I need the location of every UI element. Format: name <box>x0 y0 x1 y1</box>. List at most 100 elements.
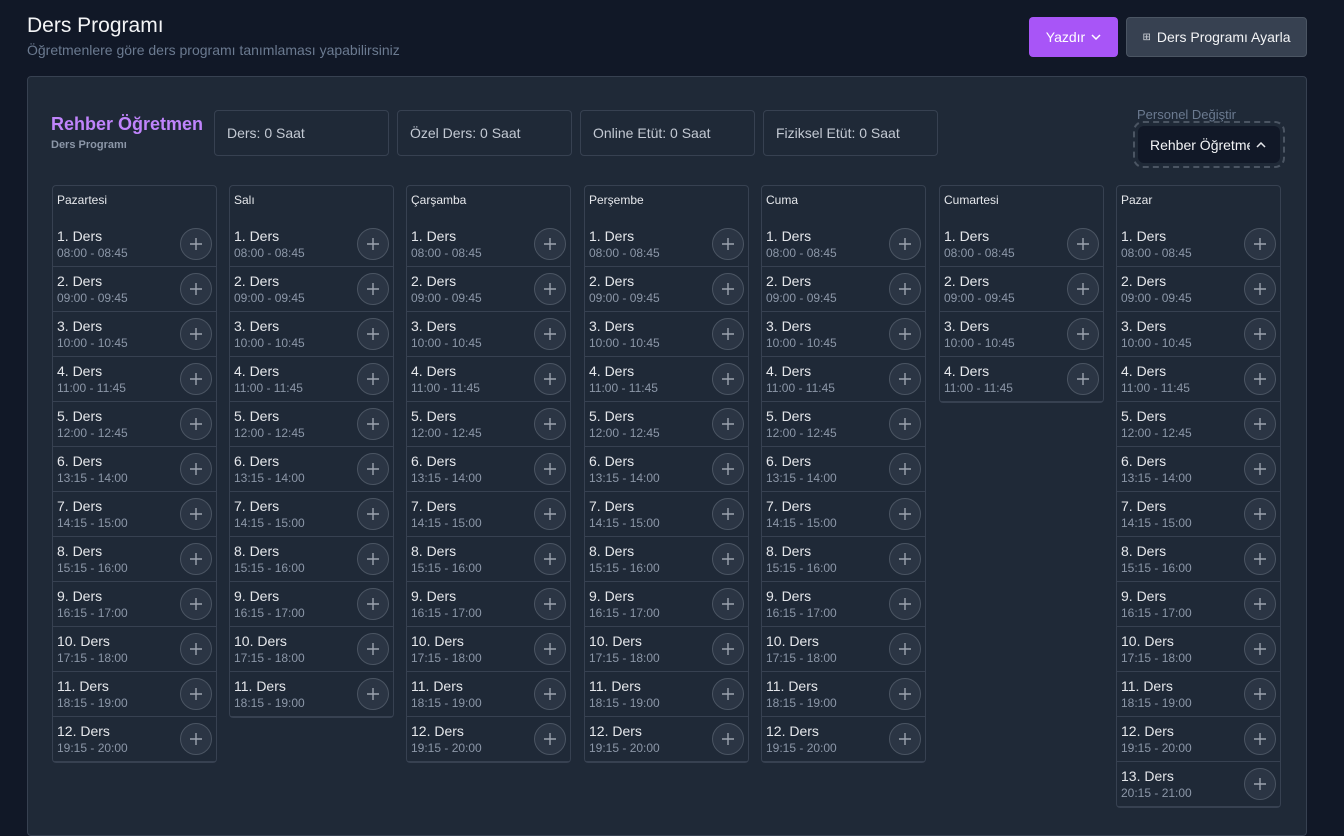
add-lesson-button[interactable] <box>889 588 921 620</box>
add-lesson-button[interactable] <box>180 363 212 395</box>
lesson-time: 11:00 - 11:45 <box>944 381 1013 395</box>
add-lesson-button[interactable] <box>180 498 212 530</box>
add-lesson-button[interactable] <box>534 318 566 350</box>
add-lesson-button[interactable] <box>889 363 921 395</box>
add-lesson-button[interactable] <box>1244 633 1276 665</box>
add-lesson-button[interactable] <box>180 228 212 260</box>
add-lesson-button[interactable] <box>534 363 566 395</box>
add-lesson-button[interactable] <box>1244 228 1276 260</box>
add-lesson-button[interactable] <box>357 363 389 395</box>
add-lesson-button[interactable] <box>1067 273 1099 305</box>
add-lesson-button[interactable] <box>712 633 744 665</box>
plus-icon <box>544 283 556 295</box>
add-lesson-button[interactable] <box>712 363 744 395</box>
lesson-title: 4. Ders <box>944 363 990 379</box>
add-lesson-button[interactable] <box>534 723 566 755</box>
add-lesson-button[interactable] <box>712 723 744 755</box>
lesson-slot: 3. Ders 10:00 - 10:45 <box>53 312 216 357</box>
add-lesson-button[interactable] <box>180 408 212 440</box>
add-lesson-button[interactable] <box>1067 318 1099 350</box>
add-lesson-button[interactable] <box>534 543 566 575</box>
add-lesson-button[interactable] <box>712 588 744 620</box>
lesson-slot: 9. Ders 16:15 - 17:00 <box>762 582 925 627</box>
add-lesson-button[interactable] <box>712 228 744 260</box>
add-lesson-button[interactable] <box>180 453 212 485</box>
add-lesson-button[interactable] <box>180 318 212 350</box>
add-lesson-button[interactable] <box>357 633 389 665</box>
add-lesson-button[interactable] <box>889 318 921 350</box>
day-column: Çarşamba 1. Ders 08:00 - 08:45 2. Ders 09:00… <box>406 185 571 763</box>
lesson-time: 11:00 - 11:45 <box>411 381 480 395</box>
add-lesson-button[interactable] <box>180 678 212 710</box>
add-lesson-button[interactable] <box>180 633 212 665</box>
add-lesson-button[interactable] <box>534 453 566 485</box>
add-lesson-button[interactable] <box>712 498 744 530</box>
add-lesson-button[interactable] <box>1067 363 1099 395</box>
print-button[interactable]: Yazdır <box>1029 17 1118 57</box>
add-lesson-button[interactable] <box>712 408 744 440</box>
add-lesson-button[interactable] <box>712 453 744 485</box>
add-lesson-button[interactable] <box>889 678 921 710</box>
add-lesson-button[interactable] <box>1244 588 1276 620</box>
plus-icon <box>722 283 734 295</box>
lesson-slot: 11. Ders 18:15 - 19:00 <box>230 672 393 717</box>
add-lesson-button[interactable] <box>1244 363 1276 395</box>
schedule-settings-button[interactable]: ⊞ Ders Programı Ayarla <box>1126 17 1307 57</box>
lesson-time: 16:15 - 17:00 <box>589 606 660 620</box>
add-lesson-button[interactable] <box>1244 678 1276 710</box>
add-lesson-button[interactable] <box>1244 318 1276 350</box>
add-lesson-button[interactable] <box>180 273 212 305</box>
add-lesson-button[interactable] <box>357 498 389 530</box>
add-lesson-button[interactable] <box>534 408 566 440</box>
add-lesson-button[interactable] <box>889 543 921 575</box>
add-lesson-button[interactable] <box>534 228 566 260</box>
add-lesson-button[interactable] <box>712 318 744 350</box>
lesson-time: 18:15 - 19:00 <box>1121 696 1192 710</box>
add-lesson-button[interactable] <box>889 723 921 755</box>
add-lesson-button[interactable] <box>357 228 389 260</box>
add-lesson-button[interactable] <box>357 588 389 620</box>
add-lesson-button[interactable] <box>712 678 744 710</box>
add-lesson-button[interactable] <box>1244 453 1276 485</box>
lesson-title: 10. Ders <box>766 633 819 649</box>
add-lesson-button[interactable] <box>534 273 566 305</box>
add-lesson-button[interactable] <box>534 633 566 665</box>
add-lesson-button[interactable] <box>1244 498 1276 530</box>
add-lesson-button[interactable] <box>712 273 744 305</box>
lesson-time: 12:00 - 12:45 <box>411 426 482 440</box>
add-lesson-button[interactable] <box>534 498 566 530</box>
add-lesson-button[interactable] <box>1244 768 1276 800</box>
add-lesson-button[interactable] <box>1244 543 1276 575</box>
plus-icon <box>544 688 556 700</box>
add-lesson-button[interactable] <box>889 498 921 530</box>
add-lesson-button[interactable] <box>1067 228 1099 260</box>
add-lesson-button[interactable] <box>1244 723 1276 755</box>
lesson-slot: 5. Ders 12:00 - 12:45 <box>585 402 748 447</box>
lesson-time: 15:15 - 16:00 <box>766 561 837 575</box>
add-lesson-button[interactable] <box>357 678 389 710</box>
add-lesson-button[interactable] <box>534 588 566 620</box>
add-lesson-button[interactable] <box>889 633 921 665</box>
add-lesson-button[interactable] <box>180 588 212 620</box>
add-lesson-button[interactable] <box>1244 408 1276 440</box>
lesson-time: 10:00 - 10:45 <box>1121 336 1192 350</box>
add-lesson-button[interactable] <box>357 543 389 575</box>
lesson-time: 11:00 - 11:45 <box>589 381 658 395</box>
personnel-select[interactable]: Rehber Öğretmen <box>1133 121 1285 168</box>
add-lesson-button[interactable] <box>180 723 212 755</box>
lesson-title: 5. Ders <box>234 408 280 424</box>
add-lesson-button[interactable] <box>357 408 389 440</box>
add-lesson-button[interactable] <box>889 273 921 305</box>
add-lesson-button[interactable] <box>889 228 921 260</box>
add-lesson-button[interactable] <box>889 453 921 485</box>
plus-icon <box>1254 643 1266 655</box>
add-lesson-button[interactable] <box>889 408 921 440</box>
lesson-title: 11. Ders <box>766 678 818 694</box>
add-lesson-button[interactable] <box>357 318 389 350</box>
add-lesson-button[interactable] <box>180 543 212 575</box>
add-lesson-button[interactable] <box>357 453 389 485</box>
add-lesson-button[interactable] <box>534 678 566 710</box>
add-lesson-button[interactable] <box>1244 273 1276 305</box>
add-lesson-button[interactable] <box>357 273 389 305</box>
add-lesson-button[interactable] <box>712 543 744 575</box>
